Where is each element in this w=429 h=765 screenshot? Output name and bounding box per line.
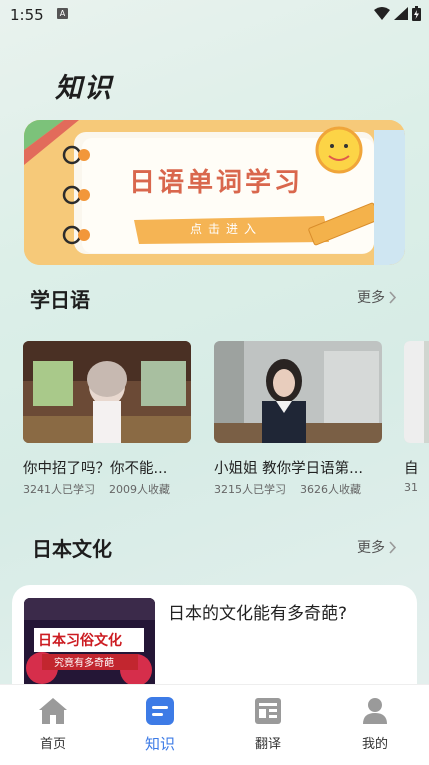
video-thumbnail[interactable]	[23, 341, 191, 443]
wifi-icon	[374, 7, 390, 20]
nav-knowledge[interactable]: 知识	[130, 697, 190, 754]
teacher-thumbnail	[214, 341, 382, 443]
more-culture-label: 更多	[357, 540, 385, 556]
video-stats: 3241人已学习 2009人收藏	[23, 481, 191, 497]
status-time: 1:55	[10, 6, 44, 24]
battery-icon	[412, 6, 421, 21]
signal-icon	[394, 7, 408, 20]
more-learn-button[interactable]: 更多	[357, 287, 397, 307]
video-stats: 3215人已学习 3626人收藏	[214, 481, 382, 497]
video-title: 小姐姐 教你学日语第...	[214, 461, 363, 477]
nav-knowledge-label: 知识	[144, 735, 175, 753]
status-icons	[374, 6, 421, 21]
banner-enter-button[interactable]: 点击进入	[190, 220, 262, 237]
translate-icon	[255, 698, 281, 724]
video-card[interactable]: 你中招了吗？你不能... 3241人已学习 2009人收藏	[23, 341, 191, 497]
nav-translate-label: 翻译	[254, 737, 281, 752]
home-icon	[39, 698, 67, 724]
anime-room-thumbnail	[23, 341, 191, 443]
notification-badge: A	[57, 8, 68, 19]
favorite-count: 2009人收藏	[109, 483, 170, 496]
chevron-right-icon	[389, 540, 397, 554]
video-title: 自	[404, 461, 419, 477]
section-title-learn: 学日语	[30, 288, 90, 312]
video-title: 你中招了吗？你不能...	[23, 461, 168, 477]
video-thumbnail[interactable]	[404, 341, 429, 443]
nav-profile[interactable]: 我的	[345, 697, 405, 752]
video-card[interactable]: 小姐姐 教你学日语第... 3215人已学习 3626人收藏	[214, 341, 382, 497]
culture-article-title: 日本的文化能有多奇葩?	[168, 604, 348, 624]
word-learning-banner[interactable]: 日语单词学习 点击进入	[24, 120, 405, 265]
knowledge-icon	[146, 697, 174, 725]
nav-home-label: 首页	[39, 737, 66, 752]
banner-title: 日语单词学习	[129, 168, 304, 198]
status-bar: 1:55 A	[0, 0, 429, 28]
section-title-culture: 日本文化	[32, 537, 112, 561]
culture-thumbnail[interactable]: 日本习俗文化 究竟有多奇葩	[24, 598, 155, 693]
chevron-right-icon	[389, 290, 397, 304]
favorite-count: 3626人收藏	[300, 483, 361, 496]
profile-icon	[363, 698, 387, 724]
learner-count: 3241人已学习	[23, 483, 95, 496]
nav-home[interactable]: 首页	[23, 697, 83, 752]
thumbnail-subtitle-text: 究竟有多奇葩	[54, 658, 114, 669]
learner-count: 31	[404, 481, 418, 494]
more-culture-button[interactable]: 更多	[357, 537, 397, 557]
nav-translate[interactable]: 翻译	[238, 697, 298, 752]
video-stats: 31	[404, 481, 429, 494]
page-title: 知识	[55, 73, 113, 104]
video-card[interactable]: 自 31	[404, 341, 429, 494]
thumbnail-title-text: 日本习俗文化	[38, 633, 122, 649]
learner-count: 3215人已学习	[214, 483, 286, 496]
nav-profile-label: 我的	[361, 737, 388, 752]
more-learn-label: 更多	[357, 290, 385, 306]
bottom-nav: 首页 知识 翻译 我的	[0, 684, 429, 765]
video-thumbnail[interactable]	[214, 341, 382, 443]
